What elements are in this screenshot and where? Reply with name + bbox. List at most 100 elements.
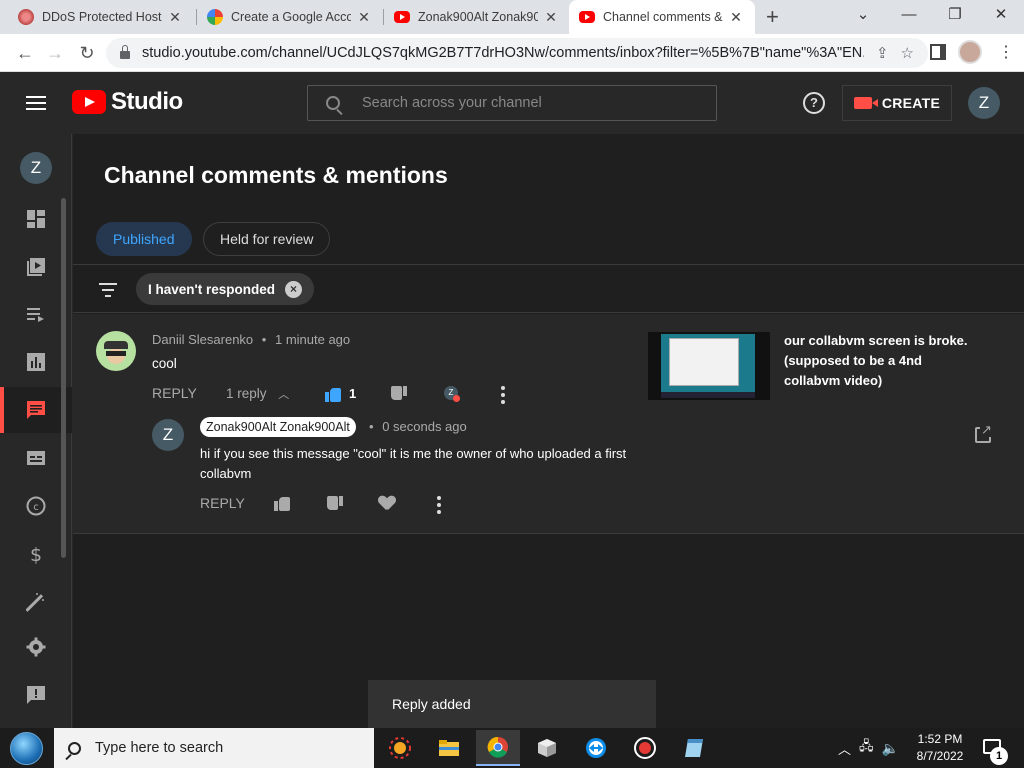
browser-tab-zonak[interactable]: Zonak900Alt Zonak900 ✕ <box>384 0 568 34</box>
taskbar-app-notepad[interactable] <box>672 730 716 766</box>
sidenav-scrollbar[interactable] <box>61 198 66 558</box>
browser-menu-icon[interactable]: ⋮ <box>998 44 1014 62</box>
volume-icon[interactable]: 🔈 <box>882 740 899 757</box>
restore-button[interactable]: ❐ <box>932 0 978 30</box>
youtube-favicon-icon <box>579 11 595 23</box>
reply-author-avatar[interactable]: Z <box>152 419 184 451</box>
minimize-button[interactable]: — <box>886 0 932 30</box>
like-icon[interactable] <box>325 386 341 402</box>
video-camera-icon <box>853 97 878 109</box>
open-external-icon[interactable] <box>975 423 993 443</box>
notepad-icon <box>685 739 703 757</box>
taskbar-clock[interactable]: 1:52 PM 8/7/2022 <box>905 731 975 765</box>
create-button[interactable]: CREATE <box>842 85 952 121</box>
filter-icon[interactable] <box>99 283 117 301</box>
lock-icon <box>120 45 130 59</box>
new-tab-button[interactable]: + <box>766 4 779 30</box>
reply-reply-button[interactable]: REPLY <box>200 495 245 511</box>
side-panel-icon[interactable] <box>930 44 946 60</box>
network-icon[interactable]: 🖧 <box>859 737 874 759</box>
back-arrow-icon[interactable]: ← <box>12 40 38 66</box>
taskbar-app-recorder[interactable] <box>623 730 667 766</box>
playlists-icon <box>27 308 44 322</box>
help-icon[interactable]: ? <box>803 92 825 114</box>
reply-meta: • 0 seconds ago <box>369 419 467 434</box>
commenter-avatar[interactable] <box>96 331 136 371</box>
copyright-icon: c <box>26 496 46 516</box>
studio-logo[interactable]: Studio <box>72 88 183 116</box>
reply-dislike-icon[interactable] <box>327 496 343 512</box>
reply-like-icon[interactable] <box>274 495 290 511</box>
profile-avatar[interactable] <box>958 40 982 64</box>
studio-header: Studio ? CREATE Z <box>0 72 1024 134</box>
remove-filter-icon[interactable]: × <box>284 280 302 298</box>
reply-heart-icon[interactable] <box>379 496 395 510</box>
close-tab-icon[interactable]: ✕ <box>729 9 743 26</box>
tab-title: Channel comments & mentions <box>603 10 723 24</box>
close-tab-icon[interactable]: ✕ <box>168 9 182 26</box>
comment-more-icon[interactable] <box>501 386 505 407</box>
taskbar-search[interactable]: Type here to search <box>54 728 374 768</box>
filter-chip[interactable]: I haven't responded × <box>136 273 314 305</box>
window-close-button[interactable]: ✕ <box>978 0 1024 30</box>
dislike-icon[interactable] <box>391 386 407 402</box>
channel-search[interactable] <box>307 85 717 121</box>
replies-toggle[interactable]: 1 reply ︿ <box>226 386 289 402</box>
search-icon <box>326 96 340 110</box>
side-navigation: Z c $ <box>0 134 72 728</box>
creator-heart-icon[interactable]: Z <box>442 385 460 402</box>
tab-title: DDoS Protected Hosting <box>42 10 162 24</box>
taskbar-app-chrome[interactable] <box>476 730 520 766</box>
youtube-favicon-icon <box>394 11 410 23</box>
browser-tab-channel-comments[interactable]: Channel comments & mentions ✕ <box>569 0 755 34</box>
share-icon[interactable]: ⇪ <box>876 44 889 62</box>
search-input[interactable] <box>362 95 692 111</box>
snackbar-toast: Reply added <box>368 680 656 728</box>
page-title: Channel comments & mentions <box>104 162 448 188</box>
taskbar-app-file-explorer[interactable] <box>427 730 471 766</box>
video-title[interactable]: our collabvm screen is broke. (supposed … <box>784 331 974 391</box>
show-hidden-icons-chevron-icon[interactable]: ︿ <box>838 739 851 758</box>
chevron-up-icon: ︿ <box>278 389 290 401</box>
account-avatar[interactable]: Z <box>968 87 1000 119</box>
dashboard-icon <box>27 210 45 228</box>
reply-more-icon[interactable] <box>437 496 441 517</box>
divider <box>73 312 1024 313</box>
settings-icon <box>26 637 46 657</box>
taskbar-app-teamviewer[interactable] <box>574 730 618 766</box>
owner-badge[interactable]: Zonak900Alt Zonak900Alt <box>200 417 356 437</box>
windows-start-icon <box>10 732 43 765</box>
hamburger-menu-icon[interactable] <box>26 96 46 114</box>
start-button[interactable] <box>8 731 46 765</box>
package-icon <box>538 739 556 757</box>
youtube-logo-icon <box>72 90 106 114</box>
close-tab-icon[interactable]: ✕ <box>357 9 371 26</box>
tab-published[interactable]: Published <box>96 222 192 256</box>
nav-customization[interactable] <box>0 579 72 625</box>
forward-arrow-icon[interactable]: → <box>42 40 68 66</box>
customization-icon <box>26 593 44 612</box>
channel-avatar[interactable]: Z <box>20 152 52 184</box>
browser-tab-ddos[interactable]: DDoS Protected Hosting ✕ <box>8 0 196 34</box>
taskbar-app-sun[interactable] <box>378 730 422 766</box>
comment-author[interactable]: Daniil Slesarenko <box>152 332 253 347</box>
taskbar-app-package[interactable] <box>525 730 569 766</box>
analytics-icon <box>27 353 45 371</box>
comments-icon <box>27 401 45 419</box>
tab-held-for-review[interactable]: Held for review <box>203 222 331 256</box>
close-tab-icon[interactable]: ✕ <box>544 9 558 26</box>
main-content: Channel comments & mentions Published He… <box>73 134 1024 728</box>
nav-settings[interactable] <box>0 624 72 670</box>
reload-icon[interactable]: ↻ <box>74 40 100 66</box>
chrome-icon <box>487 736 508 758</box>
browser-tab-google[interactable]: Create a Google Account ✕ <box>197 0 383 34</box>
system-tray: ︿ 🖧 🔈 <box>838 728 899 768</box>
nav-feedback[interactable] <box>0 672 72 718</box>
video-thumbnail[interactable] <box>648 332 770 400</box>
reply-button[interactable]: REPLY <box>152 385 197 401</box>
feedback-icon <box>27 686 45 704</box>
logo-text: Studio <box>111 88 183 115</box>
tab-search-chevron-icon[interactable]: ⌄ <box>840 0 886 30</box>
address-bar[interactable]: studio.youtube.com/channel/UCdJLQS7qkMG2… <box>106 38 928 68</box>
bookmark-star-icon[interactable]: ☆ <box>901 44 914 62</box>
